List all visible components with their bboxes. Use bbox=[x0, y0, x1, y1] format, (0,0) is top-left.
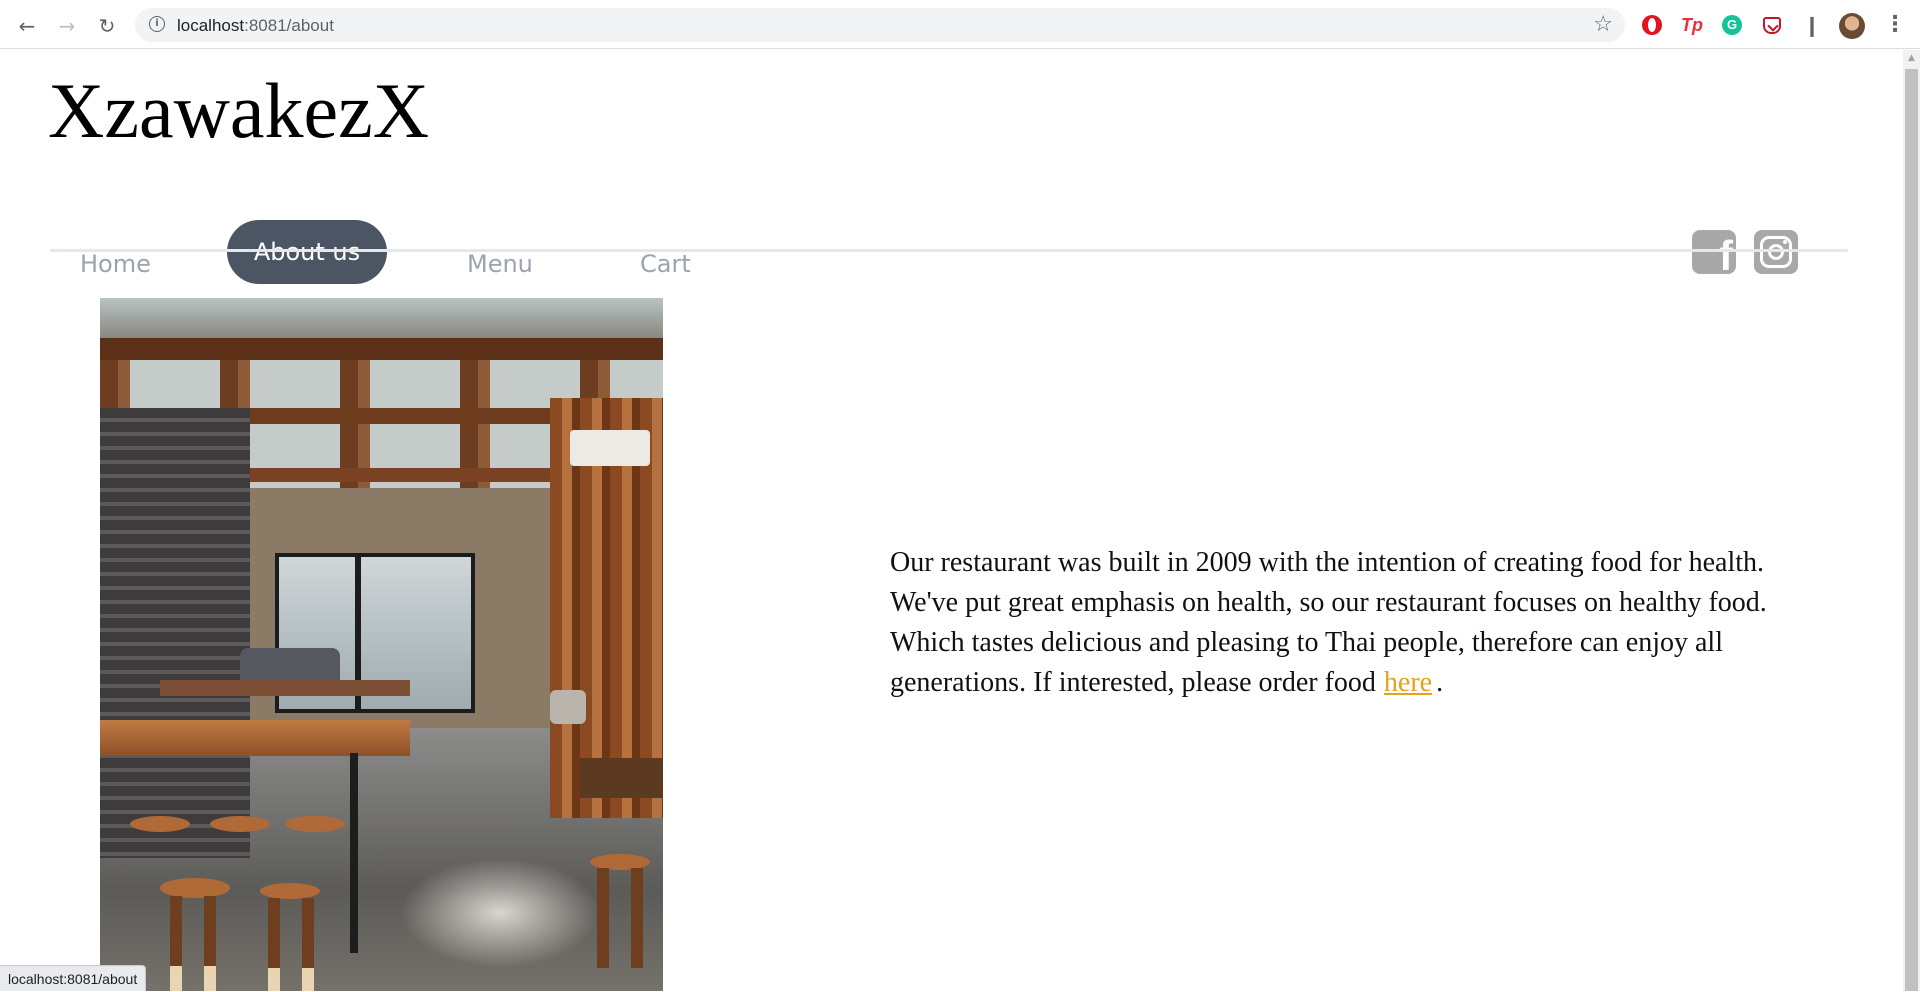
page-content: XzawakezX Home About us Menu Cart f Our … bbox=[0, 50, 1903, 991]
scroll-up-arrow-icon[interactable]: ▲ bbox=[1903, 50, 1920, 67]
browser-toolbar: ← → ↻ i localhost:8081/about ☆ Tp G ❙ ⋮ bbox=[0, 0, 1920, 49]
star-icon[interactable]: ☆ bbox=[1593, 12, 1613, 37]
opera-extension-icon[interactable] bbox=[1641, 14, 1663, 36]
puzzle-icon[interactable]: ❙ bbox=[1801, 13, 1823, 37]
about-line-4-text: generations. If interested, please order… bbox=[890, 667, 1376, 698]
info-icon[interactable]: i bbox=[149, 16, 165, 32]
scroll-thumb[interactable] bbox=[1905, 69, 1918, 991]
restaurant-interior-photo bbox=[100, 298, 663, 991]
page-scrollbar[interactable]: ▲ bbox=[1903, 50, 1920, 991]
about-line-4: generations. If interested, please order… bbox=[890, 663, 1850, 703]
tp-extension-icon[interactable]: Tp bbox=[1681, 14, 1703, 36]
facebook-glyph: f bbox=[1719, 232, 1733, 279]
profile-avatar[interactable] bbox=[1839, 13, 1865, 39]
instagram-icon[interactable] bbox=[1754, 230, 1798, 274]
url-host: localhost bbox=[177, 16, 245, 35]
about-paragraph: Our restaurant was built in 2009 with th… bbox=[890, 543, 1850, 703]
nav-divider bbox=[50, 249, 1848, 252]
back-icon[interactable]: ← bbox=[12, 11, 42, 41]
kebab-menu-icon[interactable]: ⋮ bbox=[1884, 12, 1906, 37]
link-status-bubble: localhost:8081/about bbox=[0, 965, 147, 991]
about-line-3: Which tastes delicious and pleasing to T… bbox=[890, 627, 1723, 658]
order-here-link[interactable]: here bbox=[1384, 667, 1432, 698]
address-bar[interactable]: i localhost:8081/about ☆ bbox=[135, 8, 1625, 42]
about-line-1: Our restaurant was built in 2009 with th… bbox=[890, 547, 1765, 578]
grammarly-glyph: G bbox=[1722, 15, 1742, 35]
url-path: :8081/about bbox=[244, 16, 334, 35]
grammarly-extension-icon[interactable]: G bbox=[1721, 14, 1743, 36]
forward-icon[interactable]: → bbox=[52, 11, 82, 41]
about-line-2: We've put great emphasis on health, so o… bbox=[890, 587, 1767, 618]
site-navbar: Home About us Menu Cart f bbox=[50, 170, 1850, 302]
nav-cart-link[interactable]: Cart bbox=[640, 250, 691, 278]
url-text[interactable]: localhost:8081/about bbox=[177, 16, 334, 36]
nav-about-link[interactable]: About us bbox=[227, 220, 387, 284]
about-period: . bbox=[1436, 667, 1444, 698]
nav-menu-link[interactable]: Menu bbox=[467, 250, 533, 278]
facebook-icon[interactable]: f bbox=[1692, 230, 1736, 278]
pocket-extension-icon[interactable] bbox=[1761, 14, 1783, 36]
reload-icon[interactable]: ↻ bbox=[92, 11, 122, 41]
site-brand[interactable]: XzawakezX bbox=[48, 66, 429, 156]
nav-home-link[interactable]: Home bbox=[80, 250, 151, 278]
